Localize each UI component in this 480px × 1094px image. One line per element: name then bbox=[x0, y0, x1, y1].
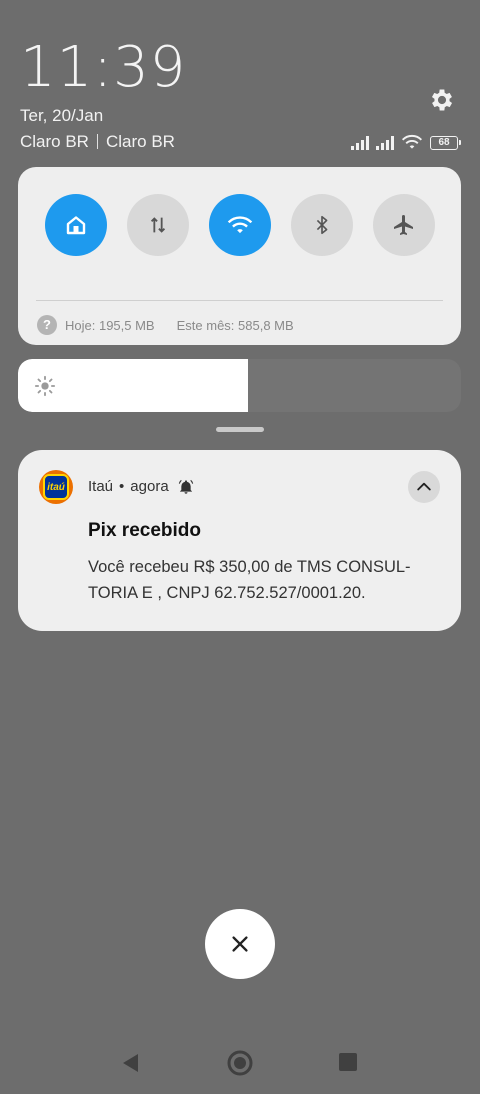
qs-divider bbox=[36, 300, 443, 301]
home-nav-icon[interactable] bbox=[227, 1050, 253, 1076]
clock-date: Ter, 20/Jan bbox=[20, 106, 104, 125]
wifi-icon bbox=[227, 216, 253, 234]
data-usage-today: Hoje: 195,5 MB bbox=[65, 317, 155, 333]
clear-all-button[interactable] bbox=[205, 909, 275, 979]
data-arrows-icon bbox=[150, 217, 166, 233]
notification-body: Você recebeu R$ 350,00 de TMS CONSUL- TO… bbox=[88, 554, 448, 606]
notification-time: agora bbox=[130, 478, 169, 495]
drag-handle[interactable] bbox=[216, 427, 264, 432]
battery-icon: 68 bbox=[430, 136, 461, 150]
clock-time: 11:39 bbox=[20, 35, 187, 100]
itau-logo-text: itaú bbox=[43, 474, 69, 500]
signal-1-icon bbox=[351, 136, 369, 150]
brightness-sun-icon bbox=[34, 375, 56, 397]
wifi-status-icon bbox=[401, 134, 423, 149]
data-usage-month: Este mês: 585,8 MB bbox=[176, 317, 294, 333]
notification-app-name: Itaú bbox=[88, 478, 114, 495]
tile-mobile-data[interactable] bbox=[127, 194, 189, 256]
notification-card[interactable]: itaú Itaú • agora Pix recebido Você rece… bbox=[18, 450, 461, 631]
notification-header: Itaú • agora bbox=[88, 478, 194, 495]
status-icons: 68 bbox=[351, 132, 461, 150]
notification-body-line-1: Você recebeu R$ 350,00 de TMS CONSUL- bbox=[88, 558, 411, 576]
data-usage[interactable]: ? Hoje: 195,5 MB Este mês: 585,8 MB bbox=[37, 315, 294, 335]
carrier-info: Claro BR Claro BR bbox=[20, 132, 175, 152]
carrier-1: Claro BR bbox=[20, 132, 89, 151]
tile-wifi[interactable] bbox=[209, 194, 271, 256]
close-icon bbox=[232, 936, 248, 952]
header-separator: • bbox=[119, 478, 125, 495]
carrier-2: Claro BR bbox=[105, 132, 175, 151]
home-icon bbox=[66, 216, 86, 235]
notification-title: Pix recebido bbox=[88, 520, 201, 541]
brightness-slider[interactable] bbox=[18, 359, 461, 412]
back-icon[interactable] bbox=[120, 1052, 140, 1074]
chevron-up-icon bbox=[417, 482, 431, 491]
bell-icon bbox=[178, 479, 193, 494]
bluetooth-icon bbox=[316, 215, 328, 235]
help-icon: ? bbox=[37, 315, 57, 335]
tile-airplane[interactable] bbox=[373, 194, 435, 256]
navigation-bar bbox=[0, 1040, 480, 1084]
itau-logo: itaú bbox=[39, 470, 73, 504]
airplane-icon bbox=[394, 215, 413, 235]
recent-apps-icon[interactable] bbox=[339, 1053, 357, 1071]
quick-settings-panel: ? Hoje: 195,5 MB Este mês: 585,8 MB bbox=[18, 167, 461, 345]
tile-home[interactable] bbox=[45, 194, 107, 256]
tile-bluetooth[interactable] bbox=[291, 194, 353, 256]
signal-2-icon bbox=[376, 136, 394, 150]
carrier-divider bbox=[96, 134, 98, 149]
collapse-button[interactable] bbox=[408, 471, 440, 503]
notification-body-line-2: TORIA E , CNPJ 62.752.527/0001.20. bbox=[88, 584, 366, 602]
settings-gear-icon[interactable] bbox=[428, 86, 456, 114]
